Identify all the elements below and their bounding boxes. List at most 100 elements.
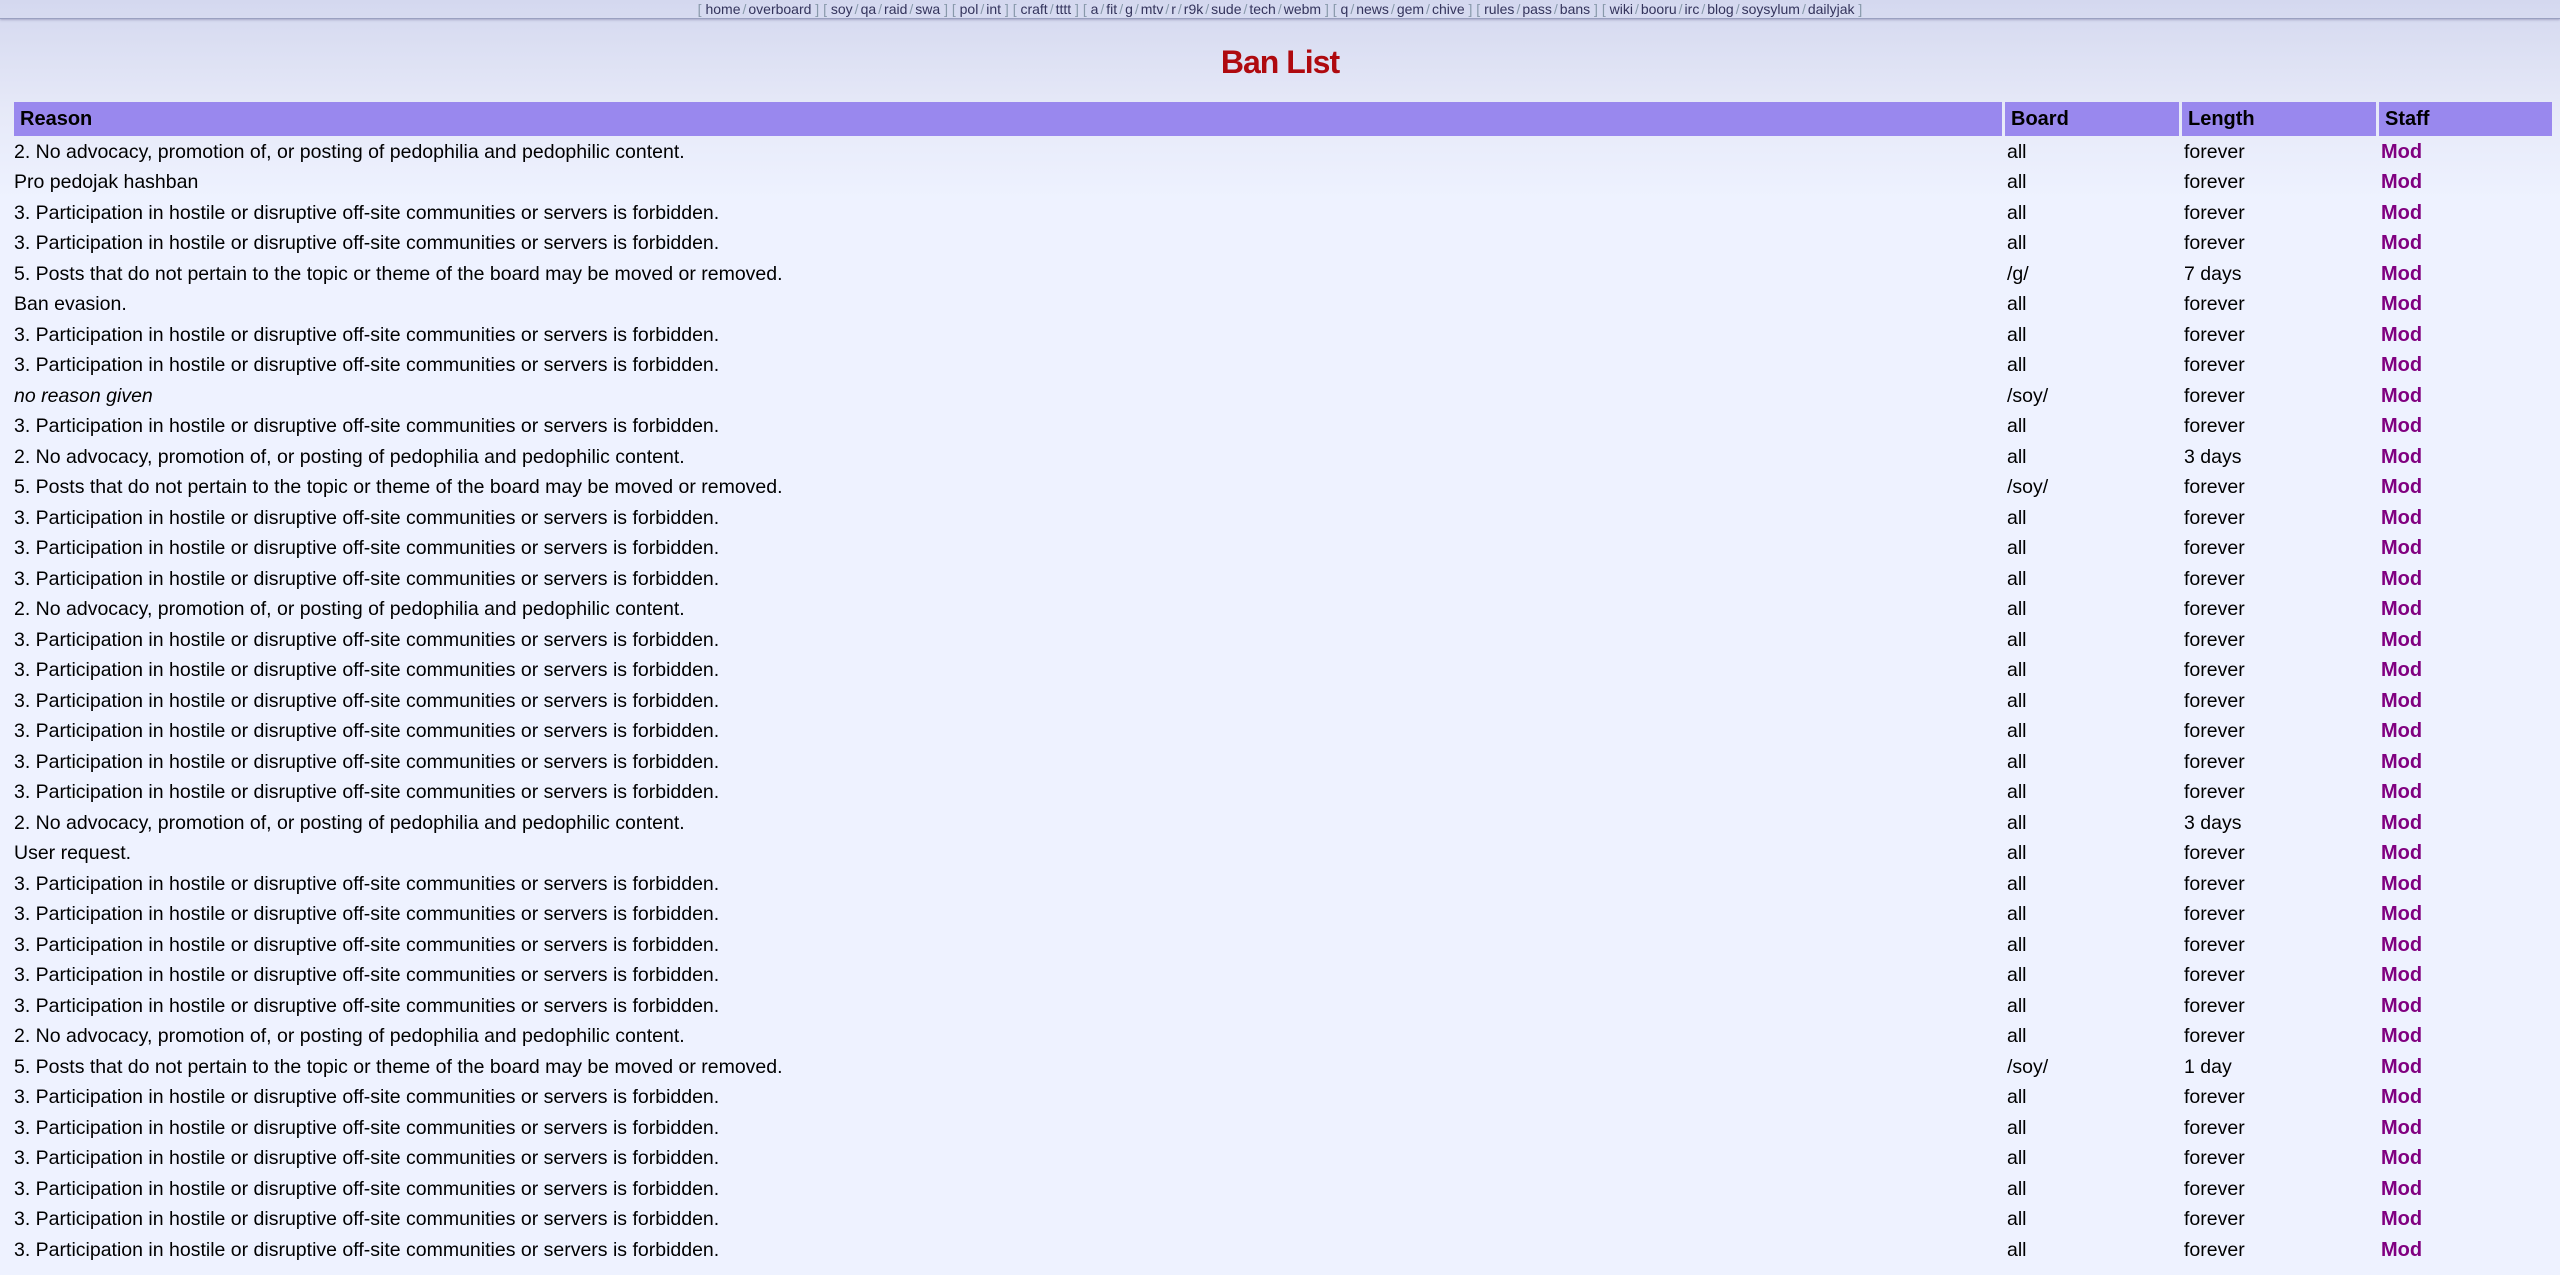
table-row: 3. Participation in hostile or disruptiv…	[14, 870, 2552, 899]
board-cell: /g/	[2007, 262, 2029, 285]
length-cell: forever	[2184, 232, 2245, 255]
board-cell: all	[2007, 1116, 2027, 1139]
reason-cell: 5. Posts that do not pertain to the topi…	[14, 262, 783, 285]
reason-cell: 3. Participation in hostile or disruptiv…	[14, 1177, 720, 1200]
nav-link-news[interactable]: news	[1356, 1, 1389, 17]
nav-link-fit[interactable]: fit	[1106, 1, 1117, 17]
nav-link-sude[interactable]: sude	[1211, 1, 1241, 17]
table-row: 3. Participation in hostile or disruptiv…	[14, 1175, 2552, 1204]
ban-list-table: Reason Board Length Staff 2. No advocacy…	[11, 100, 2555, 1267]
reason-cell: 3. Participation in hostile or disruptiv…	[14, 1147, 720, 1170]
board-cell: all	[2007, 628, 2027, 651]
nav-link-tttt[interactable]: tttt	[1056, 1, 1072, 17]
reason-cell: Ban evasion.	[14, 293, 127, 316]
nav-link-swa[interactable]: swa	[915, 1, 940, 17]
nav-link-pass[interactable]: pass	[1522, 1, 1552, 17]
reason-cell: 3. Participation in hostile or disruptiv…	[14, 964, 720, 987]
board-cell: all	[2007, 750, 2027, 773]
nav-link-pol[interactable]: pol	[960, 1, 979, 17]
reason-cell: 5. Posts that do not pertain to the topi…	[14, 476, 783, 499]
nav-link-gem[interactable]: gem	[1397, 1, 1424, 17]
table-row: 3. Participation in hostile or disruptiv…	[14, 779, 2552, 808]
board-cell: /soy/	[2007, 384, 2049, 407]
nav-link-overboard[interactable]: overboard	[748, 1, 811, 17]
table-row: 3. Participation in hostile or disruptiv…	[14, 931, 2552, 960]
table-row: 3. Participation in hostile or disruptiv…	[14, 748, 2552, 777]
nav-link-raid[interactable]: raid	[884, 1, 907, 17]
staff-cell: Mod	[2381, 232, 2423, 255]
reason-cell: 3. Participation in hostile or disruptiv…	[14, 720, 720, 743]
nav-group: [ wiki / booru / irc / blog / soysylum / dailyjak …	[1601, 1, 1863, 17]
nav-link-blog[interactable]: blog	[1707, 1, 1733, 17]
page-title: Ban List	[1220, 44, 1340, 80]
column-header-board: Board	[2005, 102, 2179, 136]
reason-cell: 2. No advocacy, promotion of, or posting…	[14, 445, 685, 468]
reason-cell: 3. Participation in hostile or disruptiv…	[14, 994, 720, 1017]
reason-cell: 3. Participation in hostile or disruptiv…	[14, 354, 720, 377]
nav-link-home[interactable]: home	[705, 1, 740, 17]
nav-link-int[interactable]: int	[986, 1, 1001, 17]
reason-cell: 2. No advocacy, promotion of, or posting…	[14, 1025, 685, 1048]
nav-link-irc[interactable]: irc	[1685, 1, 1700, 17]
nav-link-g[interactable]: g	[1125, 1, 1133, 17]
board-cell: all	[2007, 506, 2027, 529]
reason-cell: User request.	[14, 842, 132, 865]
staff-cell: Mod	[2381, 842, 2423, 865]
nav-link-rules[interactable]: rules	[1484, 1, 1514, 17]
length-cell: 1 day	[2184, 1055, 2232, 1078]
length-cell: forever	[2184, 1208, 2245, 1231]
nav-link-soy[interactable]: soy	[831, 1, 853, 17]
nav-link-tech[interactable]: tech	[1249, 1, 1275, 17]
table-row: User request. all forever Mod	[14, 840, 2552, 869]
length-cell: forever	[2184, 872, 2245, 895]
board-cell: all	[2007, 1086, 2027, 1109]
table-row: 3. Participation in hostile or disruptiv…	[14, 1236, 2552, 1265]
table-row: 3. Participation in hostile or disruptiv…	[14, 199, 2552, 228]
staff-cell: Mod	[2381, 201, 2423, 224]
table-row: 3. Participation in hostile or disruptiv…	[14, 1145, 2552, 1174]
board-cell: all	[2007, 903, 2027, 926]
length-cell: forever	[2184, 415, 2245, 438]
board-cell: all	[2007, 964, 2027, 987]
staff-cell: Mod	[2381, 872, 2423, 895]
board-cell: all	[2007, 1025, 2027, 1048]
table-row: 2. No advocacy, promotion of, or posting…	[14, 1023, 2552, 1052]
staff-cell: Mod	[2381, 750, 2423, 773]
nav-link-craft[interactable]: craft	[1020, 1, 1047, 17]
nav-link-dailyjak[interactable]: dailyjak	[1808, 1, 1855, 17]
staff-cell: Mod	[2381, 659, 2423, 682]
nav-link-soysylum[interactable]: soysylum	[1742, 1, 1800, 17]
board-cell: all	[2007, 720, 2027, 743]
reason-cell: 3. Participation in hostile or disruptiv…	[14, 781, 720, 804]
staff-cell: Mod	[2381, 323, 2423, 346]
nav-link-mtv[interactable]: mtv	[1141, 1, 1164, 17]
length-cell: forever	[2184, 506, 2245, 529]
reason-cell: 3. Participation in hostile or disruptiv…	[14, 567, 720, 590]
nav-group: [ craft / tttt ]	[1012, 1, 1079, 17]
reason-cell: 3. Participation in hostile or disruptiv…	[14, 903, 720, 926]
table-row: 3. Participation in hostile or disruptiv…	[14, 657, 2552, 686]
nav-link-chive[interactable]: chive	[1432, 1, 1465, 17]
table-row: 3. Participation in hostile or disruptiv…	[14, 992, 2552, 1021]
nav-link-webm[interactable]: webm	[1284, 1, 1321, 17]
nav-link-qa[interactable]: qa	[861, 1, 877, 17]
nav-link-booru[interactable]: booru	[1641, 1, 1677, 17]
length-cell: forever	[2184, 689, 2245, 712]
reason-cell: 3. Participation in hostile or disruptiv…	[14, 415, 720, 438]
reason-cell: 3. Participation in hostile or disruptiv…	[14, 872, 720, 895]
length-cell: forever	[2184, 659, 2245, 682]
nav-link-wiki[interactable]: wiki	[1610, 1, 1633, 17]
nav-link-r9k[interactable]: r9k	[1184, 1, 1203, 17]
reason-cell: 2. No advocacy, promotion of, or posting…	[14, 140, 685, 163]
nav-link-bans[interactable]: bans	[1560, 1, 1590, 17]
board-cell: all	[2007, 201, 2027, 224]
reason-cell: 3. Participation in hostile or disruptiv…	[14, 1086, 720, 1109]
staff-cell: Mod	[2381, 933, 2423, 956]
staff-cell: Mod	[2381, 1177, 2423, 1200]
reason-cell: 3. Participation in hostile or disruptiv…	[14, 232, 720, 255]
staff-cell: Mod	[2381, 1147, 2423, 1170]
staff-cell: Mod	[2381, 537, 2423, 560]
table-row: 3. Participation in hostile or disruptiv…	[14, 626, 2552, 655]
column-header-staff: Staff	[2379, 102, 2552, 136]
table-row: 3. Participation in hostile or disruptiv…	[14, 230, 2552, 259]
